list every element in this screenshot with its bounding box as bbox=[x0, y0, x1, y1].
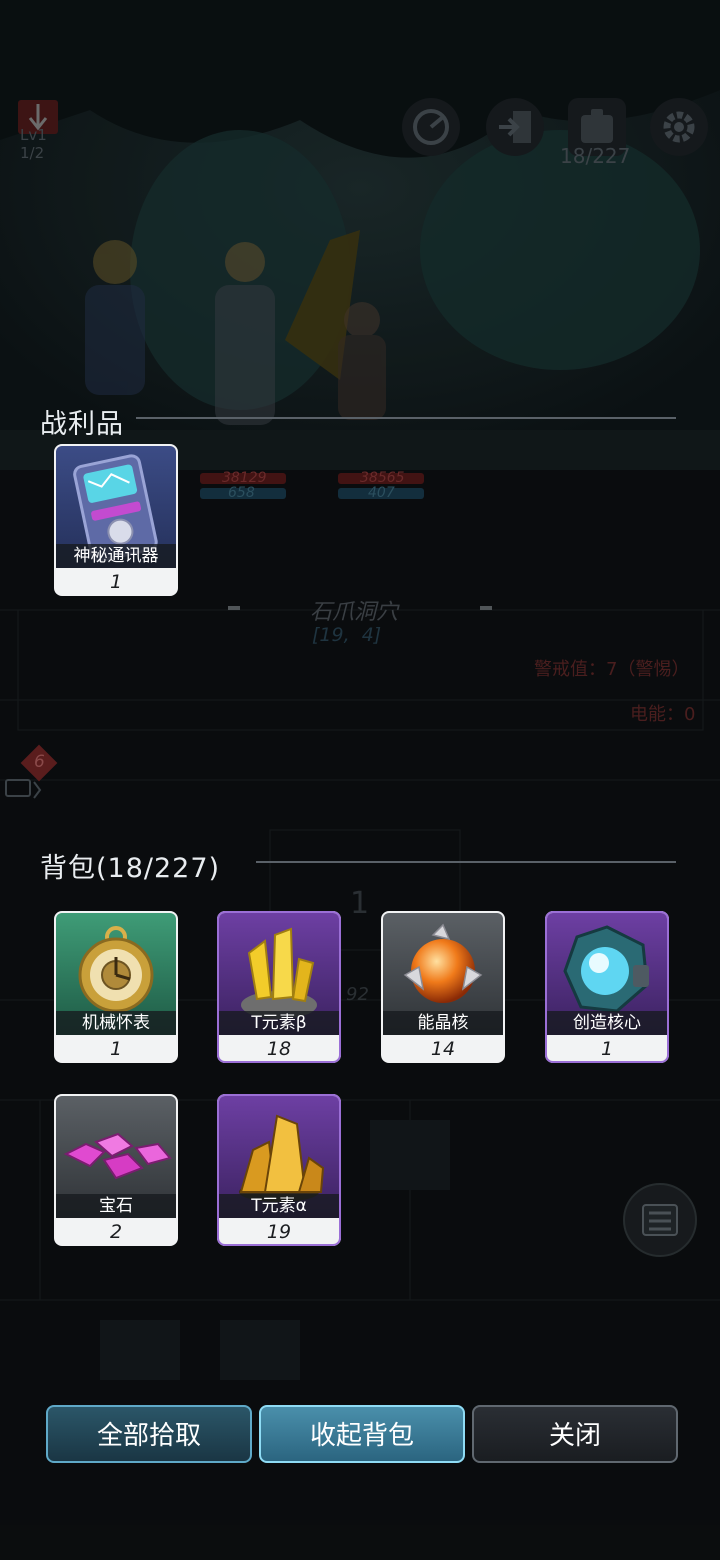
item-count: 14 bbox=[430, 1038, 456, 1060]
alert-level: 警戒值：7（警惕） bbox=[534, 659, 690, 680]
dim-overlay bbox=[0, 0, 720, 1560]
item-name: 能晶核 bbox=[383, 1011, 503, 1035]
backpack-item[interactable]: 创造核心 1 bbox=[545, 911, 669, 1063]
exit-door-icon bbox=[499, 111, 531, 143]
item-name: T元素α bbox=[219, 1194, 339, 1218]
item-count: 18 bbox=[266, 1038, 292, 1060]
backpack-title: 背包(18/227) bbox=[40, 853, 221, 884]
backpack-item[interactable]: 宝石 2 bbox=[54, 1094, 178, 1246]
item-name: 神秘通讯器 bbox=[56, 544, 176, 568]
loot-divider bbox=[136, 417, 676, 419]
chat-icon[interactable] bbox=[4, 776, 44, 806]
settings-button[interactable] bbox=[650, 98, 708, 156]
gear-icon bbox=[663, 111, 695, 143]
location-coords: [19, 4] bbox=[312, 624, 382, 646]
loot-title: 战利品 bbox=[40, 409, 124, 440]
hp-value-b: 38565 bbox=[360, 470, 405, 486]
backpack-icon bbox=[581, 109, 613, 143]
item-name: 机械怀表 bbox=[56, 1011, 176, 1035]
collapse-bag-button[interactable]: 收起背包 bbox=[259, 1405, 465, 1463]
item-count: 1 bbox=[109, 1038, 123, 1060]
item-count: 2 bbox=[109, 1221, 123, 1243]
exit-button[interactable] bbox=[486, 98, 544, 156]
sp-value-a: 658 bbox=[228, 485, 255, 501]
item-count: 1 bbox=[109, 571, 123, 593]
chat-badge-count: 6 bbox=[34, 752, 45, 772]
item-count: 1 bbox=[600, 1038, 614, 1060]
map-value: 92 bbox=[346, 984, 369, 1005]
hud-level-progress: 1/2 bbox=[20, 144, 45, 162]
hud-level: Lv1 bbox=[20, 126, 47, 144]
item-name: 创造核心 bbox=[547, 1011, 667, 1035]
map-depth: 1 bbox=[350, 886, 370, 921]
backpack-item[interactable]: 机械怀表 1 bbox=[54, 911, 178, 1063]
radar-button[interactable] bbox=[402, 98, 460, 156]
pickup-all-button[interactable]: 全部拾取 bbox=[46, 1405, 252, 1463]
task-list-icon[interactable] bbox=[641, 1203, 681, 1239]
hp-value-a: 38129 bbox=[222, 470, 267, 486]
item-name: T元素β bbox=[219, 1011, 339, 1035]
power-level: 电能：0 bbox=[630, 704, 696, 725]
location-name: 石爪洞穴 bbox=[310, 600, 399, 625]
backpack-item[interactable]: T元素α 19 bbox=[217, 1094, 341, 1246]
radar-icon bbox=[413, 109, 449, 145]
backpack-item[interactable]: 能晶核 14 bbox=[381, 911, 505, 1063]
hud-level-badge[interactable]: Lv1 1/2 bbox=[14, 96, 62, 166]
sp-value-b: 407 bbox=[368, 485, 395, 501]
item-name: 宝石 bbox=[56, 1194, 176, 1218]
backpack-divider bbox=[256, 861, 676, 863]
loot-item[interactable]: 神秘通讯器 1 bbox=[54, 444, 178, 596]
backpack-item[interactable]: T元素β 18 bbox=[217, 911, 341, 1063]
hud-bag-count: 18/227 bbox=[560, 144, 631, 168]
close-button[interactable]: 关闭 bbox=[472, 1405, 678, 1463]
item-count: 19 bbox=[266, 1221, 292, 1243]
